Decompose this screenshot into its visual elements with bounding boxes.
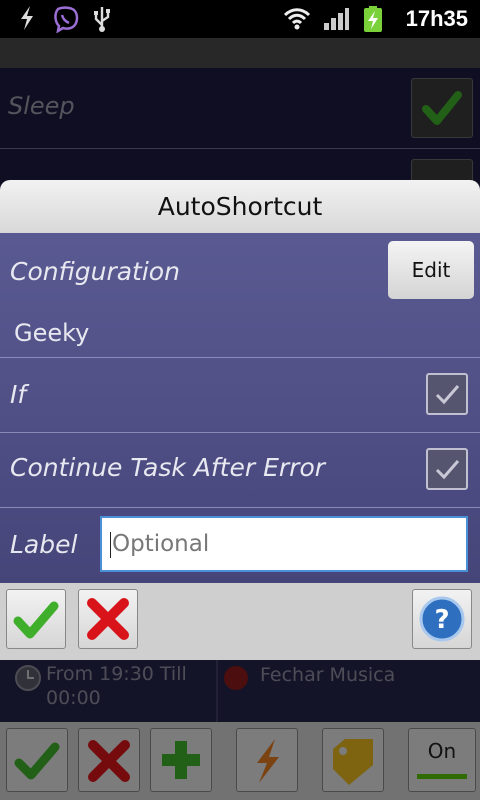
if-checkbox[interactable] xyxy=(426,373,468,415)
configuration-value: Geeky xyxy=(14,319,90,347)
label-row: Label Optional xyxy=(0,508,480,583)
edit-button[interactable]: Edit xyxy=(388,241,474,299)
help-button[interactable]: ? xyxy=(412,589,472,649)
viber-icon xyxy=(52,5,80,37)
continue-after-error-label: Continue Task After Error xyxy=(10,453,326,482)
dialog-body: Configuration Edit Geeky If Continue Tas… xyxy=(0,233,480,583)
if-row[interactable]: If xyxy=(0,358,480,433)
clock: 17h35 xyxy=(405,6,468,31)
autoshortcut-dialog: AutoShortcut Configuration Edit Geeky If… xyxy=(0,180,480,660)
dialog-title: AutoShortcut xyxy=(0,180,480,233)
configuration-label: Configuration xyxy=(10,257,180,286)
svg-text:?: ? xyxy=(434,605,449,635)
cancel-button[interactable] xyxy=(78,589,138,649)
accept-button[interactable] xyxy=(6,589,66,649)
usb-icon xyxy=(92,5,112,37)
label-input-placeholder: Optional xyxy=(112,531,210,557)
signal-icon xyxy=(322,5,350,35)
continue-after-error-row[interactable]: Continue Task After Error xyxy=(0,433,480,508)
label-input[interactable]: Optional xyxy=(100,516,468,572)
continue-after-error-checkbox[interactable] xyxy=(426,448,468,490)
battery-charging-icon xyxy=(362,5,384,37)
if-label: If xyxy=(10,380,27,409)
flash-icon xyxy=(18,5,36,35)
dialog-actions: ? xyxy=(0,583,480,660)
label-label: Label xyxy=(10,530,78,559)
status-bar: 17h35 xyxy=(0,0,480,38)
text-cursor xyxy=(110,531,111,558)
wifi-icon xyxy=(282,5,312,35)
configuration-row: Configuration Edit Geeky xyxy=(0,233,480,358)
